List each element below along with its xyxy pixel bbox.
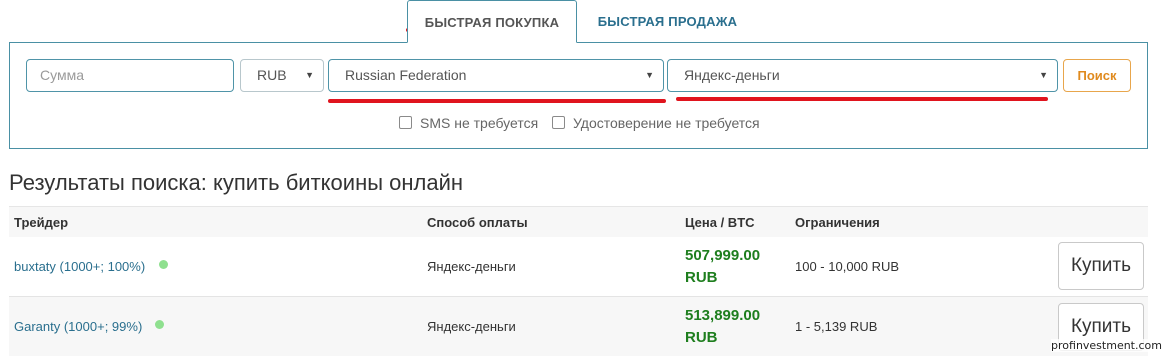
sms-checkbox-label: SMS не требуется [420, 115, 539, 131]
search-button[interactable]: Поиск [1063, 59, 1131, 92]
currency-value: RUB [257, 67, 287, 83]
highlight-underline-country [328, 99, 666, 103]
price-amount: 507,999.00 [685, 247, 761, 264]
price-cell: 507,999.00 RUB [685, 245, 760, 289]
sms-not-required-option[interactable]: SMS не требуется [399, 115, 538, 133]
id-checkbox[interactable] [552, 116, 565, 129]
amount-input[interactable]: Сумма [26, 59, 234, 92]
payment-method-cell: Яндекс-деньги [427, 319, 516, 334]
currency-select[interactable]: RUB ▼ [240, 59, 324, 92]
id-checkbox-label: Удостоверение не требуется [573, 115, 760, 131]
tab-quick-sell[interactable]: БЫСТРАЯ ПРОДАЖА [580, 0, 755, 43]
buy-button-label: Купить [1070, 316, 1132, 337]
buy-button-label: Купить [1070, 255, 1132, 276]
search-button-label: Поиск [1077, 68, 1117, 83]
buy-button[interactable]: Купить [1058, 242, 1144, 290]
header-limits: Ограничения [795, 215, 880, 230]
results-table-header: Трейдер Способ оплаты Цена / BTC Огранич… [9, 206, 1148, 239]
header-payment-method: Способ оплаты [427, 215, 528, 230]
highlight-underline-method [676, 97, 1048, 101]
results-title: Результаты поиска: купить биткоины онлай… [9, 170, 464, 195]
tab-quick-buy-label: БЫСТРАЯ ПОКУПКА [424, 15, 560, 30]
amount-placeholder: Сумма [40, 67, 84, 83]
caret-down-icon: ▼ [305, 70, 314, 80]
price-currency: RUB [685, 329, 718, 346]
online-status-icon [159, 260, 168, 269]
country-select[interactable]: Russian Federation ▼ [328, 59, 664, 92]
caret-down-icon: ▼ [645, 70, 654, 80]
price-currency: RUB [685, 269, 718, 286]
caret-down-icon: ▼ [1039, 70, 1048, 80]
tab-quick-buy[interactable]: БЫСТРАЯ ПОКУПКА [407, 0, 577, 43]
table-row: buxtaty (1000+; 100%) Яндекс-деньги 507,… [9, 237, 1148, 297]
watermark: profinvestment.com [1051, 339, 1162, 352]
sms-checkbox[interactable] [399, 116, 412, 129]
header-price: Цена / BTC [685, 215, 755, 230]
id-not-required-option[interactable]: Удостоверение не требуется [552, 115, 760, 133]
online-status-icon [155, 320, 164, 329]
trader-link[interactable]: buxtaty (1000+; 100%) [14, 259, 145, 274]
country-value: Russian Federation [345, 67, 467, 83]
header-trader: Трейдер [14, 215, 69, 230]
price-cell: 513,899.00 RUB [685, 305, 760, 349]
table-row: Garanty (1000+; 99%) Яндекс-деньги 513,8… [9, 297, 1148, 356]
payment-method-select[interactable]: Яндекс-деньги ▼ [667, 59, 1058, 92]
trader-link[interactable]: Garanty (1000+; 99%) [14, 319, 142, 334]
tab-quick-sell-label: БЫСТРАЯ ПРОДАЖА [597, 14, 738, 29]
limits-cell: 100 - 10,000 RUB [795, 259, 900, 274]
payment-method-value: Яндекс-деньги [684, 67, 780, 83]
payment-method-cell: Яндекс-деньги [427, 259, 516, 274]
price-amount: 513,899.00 [685, 307, 761, 324]
limits-cell: 1 - 5,139 RUB [795, 319, 878, 334]
